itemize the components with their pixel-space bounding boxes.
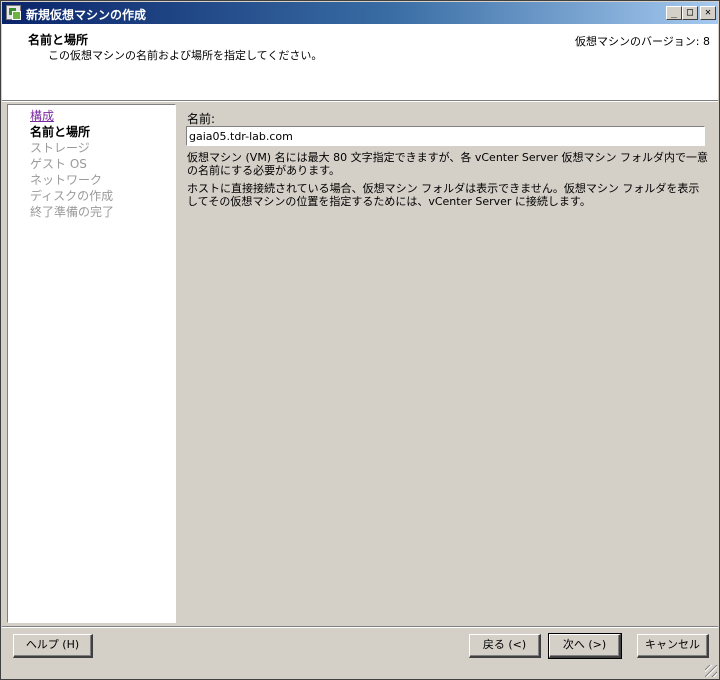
nav-step-guest-os: ゲスト OS [30, 157, 87, 171]
nav-step-storage: ストレージ [30, 141, 90, 155]
nav-step-name-location: 名前と場所 [30, 125, 91, 139]
help-button[interactable]: ヘルプ (H) [13, 634, 93, 658]
wizard-header: 名前と場所 この仮想マシンの名前および場所を指定してください。 仮想マシンのバー… [2, 24, 718, 100]
new-vm-wizard-window: 新規仮想マシンの作成 _ □ ✕ 名前と場所 この仮想マシンの名前および場所を指… [0, 0, 720, 680]
wizard-step-nav: 構成 名前と場所 ストレージ ゲスト OS ネットワーク ディスクの作成 終了準… [7, 104, 176, 623]
window-title: 新規仮想マシンの作成 [26, 8, 147, 22]
nav-step-configuration[interactable]: 構成 [30, 107, 54, 124]
close-button[interactable]: ✕ [700, 6, 716, 20]
cancel-button[interactable]: キャンセル [637, 634, 709, 658]
vm-name-input[interactable] [186, 126, 705, 146]
wizard-content: 名前: 仮想マシン (VM) 名には最大 80 文字指定できますが、各 vCen… [179, 104, 714, 623]
resize-grip[interactable] [705, 665, 717, 677]
nav-step-network: ネットワーク [30, 173, 103, 187]
header-divider [2, 100, 718, 102]
vsphere-app-icon [6, 5, 21, 20]
nav-step-ready-to-complete: 終了準備の完了 [30, 205, 115, 219]
step-description: この仮想マシンの名前および場所を指定してください。 [48, 49, 323, 62]
title-bar[interactable]: 新規仮想マシンの作成 _ □ ✕ [2, 2, 718, 24]
nav-step-create-disk: ディスクの作成 [30, 189, 114, 203]
vm-version-label: 仮想マシンのバージョン: 8 [575, 35, 710, 48]
footer-divider [2, 626, 718, 628]
name-rules-text: 仮想マシン (VM) 名には最大 80 文字指定できますが、各 vCenter … [187, 151, 708, 177]
back-button[interactable]: 戻る (<) [469, 634, 541, 658]
name-label: 名前: [187, 112, 216, 126]
step-title: 名前と場所 [28, 33, 89, 47]
minimize-button[interactable]: _ [666, 6, 682, 20]
folder-info-text: ホストに直接接続されている場合、仮想マシン フォルダは表示できません。仮想マシン… [187, 182, 700, 208]
next-button[interactable]: 次へ (>) [548, 633, 622, 659]
maximize-button[interactable]: □ [682, 6, 698, 20]
